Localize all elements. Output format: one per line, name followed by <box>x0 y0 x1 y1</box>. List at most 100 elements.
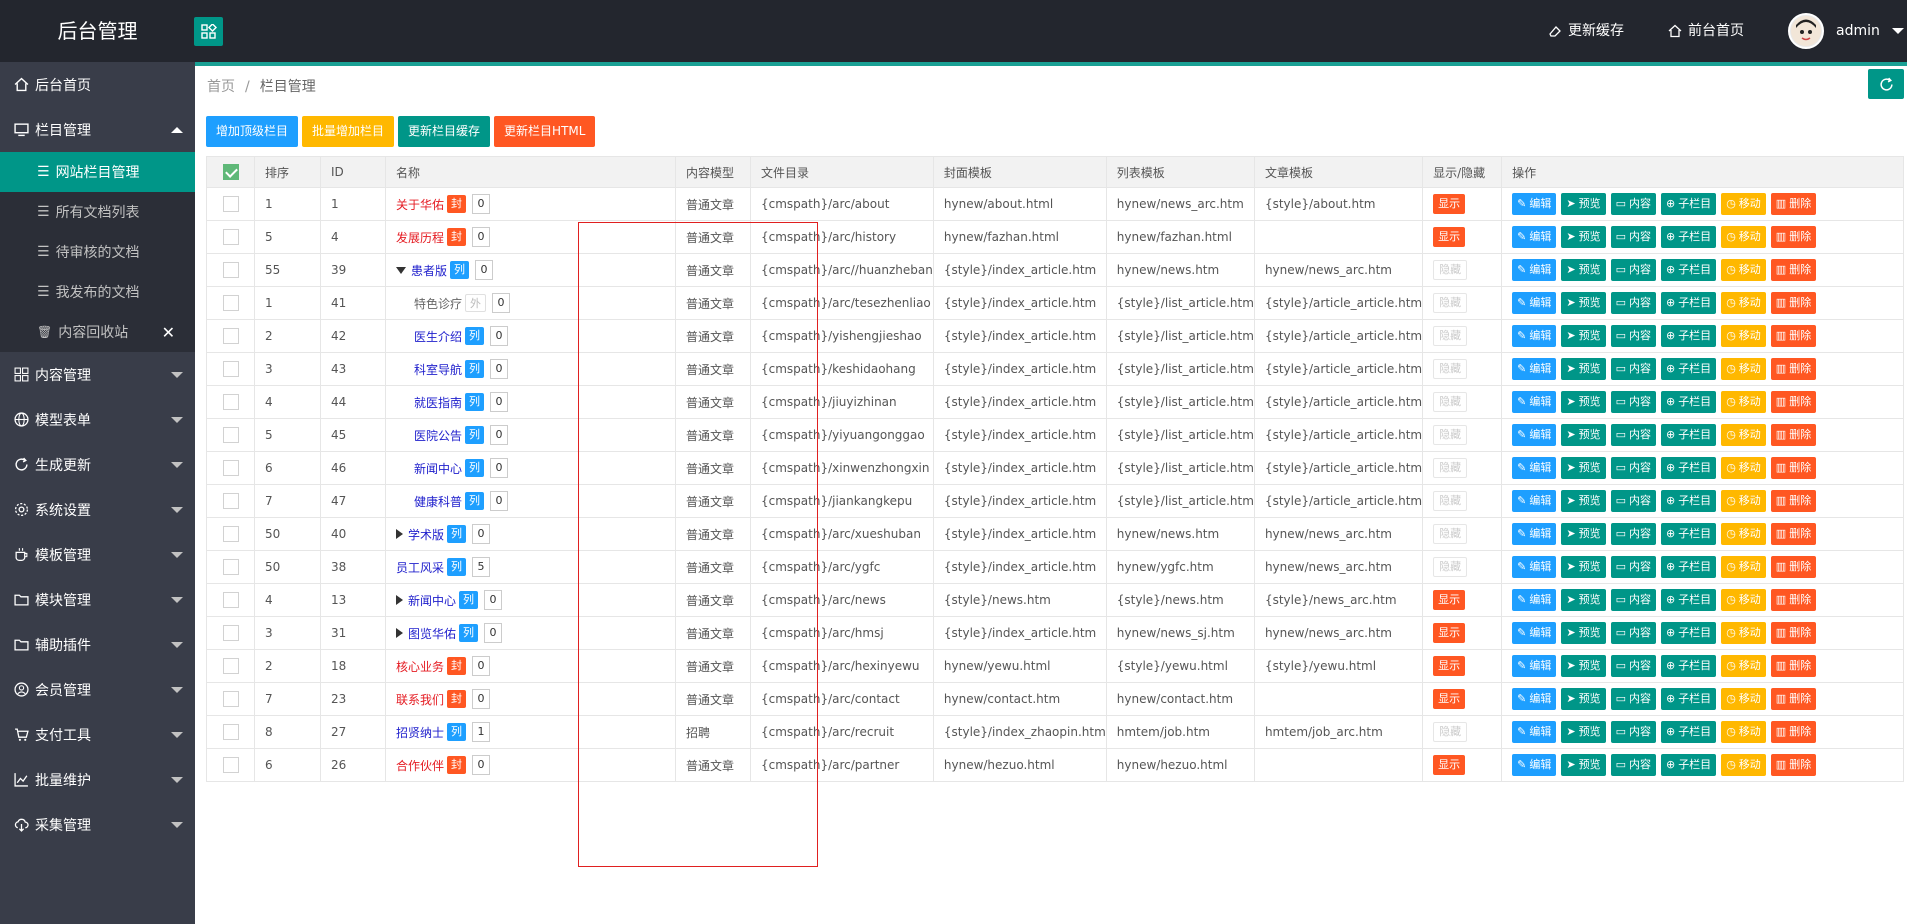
preview-button[interactable]: ➤ 预览 <box>1561 655 1606 677</box>
preview-button[interactable]: ➤ 预览 <box>1561 325 1606 347</box>
user-menu[interactable]: admin <box>1788 0 1904 62</box>
column-name-link[interactable]: 新闻中心 <box>408 592 456 609</box>
preview-button[interactable]: ➤ 预览 <box>1561 490 1606 512</box>
content-button[interactable]: ▭ 内容 <box>1610 457 1656 479</box>
add-child-button[interactable]: ⊕ 子栏目 <box>1660 193 1717 215</box>
row-checkbox[interactable] <box>222 262 239 278</box>
expand-right-icon[interactable] <box>396 529 403 539</box>
visibility-badge[interactable]: 隐藏 <box>1433 326 1468 346</box>
add-child-button[interactable]: ⊕ 子栏目 <box>1660 523 1717 545</box>
add-child-button[interactable]: ⊕ 子栏目 <box>1660 754 1717 776</box>
row-checkbox[interactable] <box>222 526 239 542</box>
update-cache-link[interactable]: 更新缓存 <box>1548 0 1624 62</box>
sidebar-item-templates[interactable]: 模板管理 <box>0 532 195 577</box>
visibility-badge[interactable]: 显示 <box>1433 227 1466 247</box>
add-child-button[interactable]: ⊕ 子栏目 <box>1660 424 1717 446</box>
delete-button[interactable]: ▥ 删除 <box>1770 523 1817 545</box>
move-button[interactable]: ◷ 移动 <box>1721 523 1766 545</box>
update-column-html-button[interactable]: 更新栏目HTML <box>494 116 596 147</box>
content-button[interactable]: ▭ 内容 <box>1610 622 1656 644</box>
edit-button[interactable]: ✎ 编辑 <box>1512 193 1557 215</box>
add-top-column-button[interactable]: 增加顶级栏目 <box>206 116 299 147</box>
visibility-badge[interactable]: 隐藏 <box>1433 293 1468 313</box>
content-button[interactable]: ▭ 内容 <box>1610 754 1656 776</box>
edit-button[interactable]: ✎ 编辑 <box>1512 358 1557 380</box>
edit-button[interactable]: ✎ 编辑 <box>1512 655 1557 677</box>
content-button[interactable]: ▭ 内容 <box>1610 688 1656 710</box>
add-child-button[interactable]: ⊕ 子栏目 <box>1660 292 1717 314</box>
edit-button[interactable]: ✎ 编辑 <box>1512 424 1557 446</box>
delete-button[interactable]: ▥ 删除 <box>1770 226 1817 248</box>
sidebar-subitem-my-docs[interactable]: ☰ 我发布的文档 <box>0 272 195 312</box>
row-checkbox[interactable] <box>222 361 239 377</box>
delete-button[interactable]: ▥ 删除 <box>1770 655 1817 677</box>
sidebar-item-plugins[interactable]: 辅助插件 <box>0 622 195 667</box>
column-name-link[interactable]: 员工风采 <box>396 559 444 576</box>
edit-button[interactable]: ✎ 编辑 <box>1512 754 1557 776</box>
row-checkbox[interactable] <box>222 328 239 344</box>
move-button[interactable]: ◷ 移动 <box>1721 556 1766 578</box>
content-button[interactable]: ▭ 内容 <box>1610 292 1656 314</box>
move-button[interactable]: ◷ 移动 <box>1721 721 1766 743</box>
column-name-link[interactable]: 图览华佑 <box>408 625 456 642</box>
edit-button[interactable]: ✎ 编辑 <box>1512 721 1557 743</box>
content-button[interactable]: ▭ 内容 <box>1610 523 1656 545</box>
row-checkbox[interactable] <box>222 757 239 773</box>
visibility-badge[interactable]: 显示 <box>1433 194 1466 214</box>
content-button[interactable]: ▭ 内容 <box>1610 259 1656 281</box>
column-name-link[interactable]: 招贤纳士 <box>396 724 444 741</box>
edit-button[interactable]: ✎ 编辑 <box>1512 523 1557 545</box>
expand-right-icon[interactable] <box>396 628 403 638</box>
row-checkbox[interactable] <box>222 691 239 707</box>
content-button[interactable]: ▭ 内容 <box>1610 556 1656 578</box>
sidebar-subitem-site-columns[interactable]: ☰ 网站栏目管理 <box>0 152 195 192</box>
add-child-button[interactable]: ⊕ 子栏目 <box>1660 325 1717 347</box>
preview-button[interactable]: ➤ 预览 <box>1561 391 1606 413</box>
delete-button[interactable]: ▥ 删除 <box>1770 391 1817 413</box>
edit-button[interactable]: ✎ 编辑 <box>1512 325 1557 347</box>
edit-button[interactable]: ✎ 编辑 <box>1512 391 1557 413</box>
row-checkbox[interactable] <box>222 559 239 575</box>
delete-button[interactable]: ▥ 删除 <box>1770 490 1817 512</box>
content-button[interactable]: ▭ 内容 <box>1610 193 1656 215</box>
preview-button[interactable]: ➤ 预览 <box>1561 292 1606 314</box>
add-child-button[interactable]: ⊕ 子栏目 <box>1660 259 1717 281</box>
sidebar-item-collect[interactable]: 采集管理 <box>0 802 195 847</box>
visibility-badge[interactable]: 隐藏 <box>1433 722 1468 742</box>
content-button[interactable]: ▭ 内容 <box>1610 424 1656 446</box>
row-checkbox[interactable] <box>222 394 239 410</box>
edit-button[interactable]: ✎ 编辑 <box>1512 589 1557 611</box>
move-button[interactable]: ◷ 移动 <box>1721 193 1766 215</box>
move-button[interactable]: ◷ 移动 <box>1721 622 1766 644</box>
column-name-link[interactable]: 新闻中心 <box>414 460 462 477</box>
sidebar-item-payment[interactable]: 支付工具 <box>0 712 195 757</box>
delete-button[interactable]: ▥ 删除 <box>1770 358 1817 380</box>
add-child-button[interactable]: ⊕ 子栏目 <box>1660 688 1717 710</box>
delete-button[interactable]: ▥ 删除 <box>1770 688 1817 710</box>
delete-button[interactable]: ▥ 删除 <box>1770 589 1817 611</box>
column-name-link[interactable]: 联系我们 <box>396 691 444 708</box>
preview-button[interactable]: ➤ 预览 <box>1561 193 1606 215</box>
preview-button[interactable]: ➤ 预览 <box>1561 523 1606 545</box>
delete-button[interactable]: ▥ 删除 <box>1770 259 1817 281</box>
add-child-button[interactable]: ⊕ 子栏目 <box>1660 721 1717 743</box>
front-home-link[interactable]: 前台首页 <box>1668 0 1744 62</box>
row-checkbox[interactable] <box>222 427 239 443</box>
sidebar-item-home[interactable]: 后台首页 <box>0 62 195 107</box>
expand-right-icon[interactable] <box>396 595 403 605</box>
content-button[interactable]: ▭ 内容 <box>1610 358 1656 380</box>
delete-button[interactable]: ▥ 删除 <box>1770 556 1817 578</box>
move-button[interactable]: ◷ 移动 <box>1721 490 1766 512</box>
column-name-link[interactable]: 科室导航 <box>414 361 462 378</box>
move-button[interactable]: ◷ 移动 <box>1721 358 1766 380</box>
add-child-button[interactable]: ⊕ 子栏目 <box>1660 457 1717 479</box>
move-button[interactable]: ◷ 移动 <box>1721 391 1766 413</box>
edit-button[interactable]: ✎ 编辑 <box>1512 259 1557 281</box>
add-child-button[interactable]: ⊕ 子栏目 <box>1660 622 1717 644</box>
move-button[interactable]: ◷ 移动 <box>1721 655 1766 677</box>
visibility-badge[interactable]: 隐藏 <box>1433 425 1468 445</box>
column-name-link[interactable]: 医院公告 <box>414 427 462 444</box>
edit-button[interactable]: ✎ 编辑 <box>1512 490 1557 512</box>
column-name-link[interactable]: 医生介绍 <box>414 328 462 345</box>
expand-down-icon[interactable] <box>396 266 406 274</box>
